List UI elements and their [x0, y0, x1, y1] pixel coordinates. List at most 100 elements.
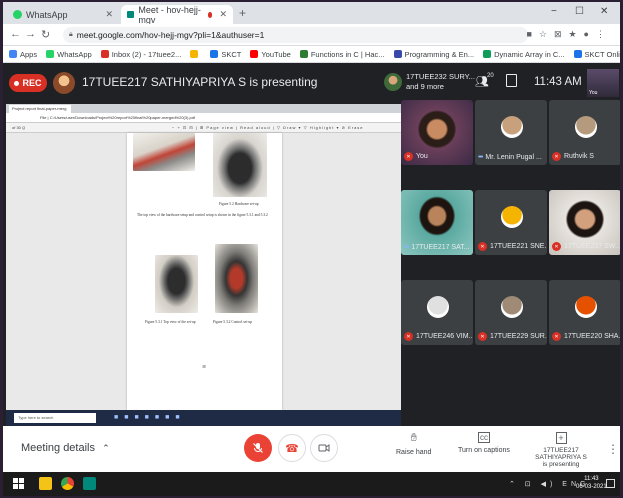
- presenting-line1: 17TUEE217 SATHIYAPRIYA S: [535, 447, 587, 461]
- audio-level-icon: •••: [478, 154, 483, 161]
- participant-avatar: [501, 206, 523, 228]
- bookmark-item[interactable]: Dynamic Array in C...: [483, 50, 565, 59]
- bookmark-item[interactable]: SKCT: [210, 50, 241, 59]
- participant-avatar: [575, 296, 597, 318]
- desktop-screen: WhatsApp ✕ Meet - hov-hejj-mgv ✕ + − ☐ ✕…: [3, 2, 620, 496]
- bookmark-label: WhatsApp: [57, 49, 92, 59]
- taskbar-date: 06-03-2021: [576, 484, 607, 490]
- raise-hand-button[interactable]: ✋︎ Raise hand: [396, 432, 431, 456]
- page-number: 38: [202, 365, 206, 369]
- extension-icons[interactable]: ■☆⊠★●⋮: [526, 29, 612, 40]
- mic-off-button[interactable]: [244, 434, 272, 462]
- participant-avatar: [501, 296, 523, 318]
- participant-label: ✕ 17TUEE237 SW...: [552, 242, 620, 251]
- taskbar-clock[interactable]: 11:43 06-03-2021: [576, 475, 607, 491]
- bookmark-label: Functions in C | Hac...: [310, 49, 385, 59]
- presented-screen: Project report final-paper-merg File | C…: [6, 104, 401, 426]
- camera-button[interactable]: [310, 434, 338, 462]
- mic-off-icon: [253, 443, 263, 453]
- recording-dot-icon: [207, 11, 213, 18]
- bookmark-item[interactable]: YouTube: [250, 49, 291, 59]
- hardware-photo-left: [133, 133, 195, 171]
- self-label: You: [589, 90, 598, 96]
- bookmark-item[interactable]: Apps: [9, 50, 37, 59]
- bookmark-item[interactable]: Programming & En...: [393, 50, 474, 59]
- present-now-button[interactable]: + 17TUEE217 SATHIYAPRIYA S is presenting: [521, 432, 601, 468]
- bookmark-item[interactable]: [190, 50, 201, 58]
- close-icon[interactable]: ✕: [219, 9, 227, 20]
- participant-tile[interactable]: ✕ Ruthvik S: [549, 100, 620, 165]
- captions-button[interactable]: cc Turn on captions: [458, 432, 510, 454]
- tab-meet[interactable]: Meet - hov-hejj-mgv ✕: [121, 4, 233, 25]
- meeting-details-button[interactable]: Meeting details ⌃: [21, 442, 110, 454]
- bookmark-label: SKCT Online Exam: [584, 49, 620, 59]
- tab-title: Meet - hov-hejj-mgv: [138, 4, 201, 25]
- document-paragraph: The top view of the hardware setup and c…: [137, 213, 268, 217]
- windows-start-icon[interactable]: [13, 478, 24, 489]
- close-window-button[interactable]: ✕: [600, 6, 608, 17]
- presenting-title: 17TUEE217 SATHIYAPRIYA S is presenting: [82, 75, 318, 89]
- participant-tile[interactable]: ✕ 17TUEE229 SUR...: [475, 280, 547, 345]
- participant-name: 17TUEE217 SAT...: [411, 244, 470, 251]
- bookmark-label: Inbox (2) - 17tuee2...: [111, 49, 182, 59]
- close-icon[interactable]: ✕: [105, 9, 113, 20]
- bookmark-item[interactable]: Functions in C | Hac...: [299, 49, 385, 59]
- hand-icon: ✋︎: [410, 432, 417, 444]
- participant-label: ••• Mr. Lenin Pugal ...: [478, 154, 542, 161]
- participant-avatar: [501, 116, 523, 138]
- other-participants-summary[interactable]: 17TUEE232 SURY... and 9 more: [406, 72, 475, 92]
- leave-call-button[interactable]: ☎︎: [278, 434, 306, 462]
- back-icon[interactable]: ←: [10, 28, 21, 40]
- others-line1: 17TUEE232 SURY...: [406, 72, 475, 81]
- bookmark-item[interactable]: SKCT Online Exam: [573, 49, 620, 59]
- forward-icon[interactable]: →: [25, 28, 36, 40]
- present-icon: +: [555, 432, 567, 444]
- new-tab-button[interactable]: +: [239, 6, 246, 20]
- tab-whatsapp[interactable]: WhatsApp ✕: [7, 5, 119, 24]
- bookmark-label: SKCT: [221, 49, 242, 59]
- chat-icon[interactable]: [506, 74, 517, 87]
- minimize-button[interactable]: −: [551, 6, 557, 17]
- participant-tile[interactable]: ••• Mr. Lenin Pugal ...: [475, 100, 547, 165]
- file-explorer-icon[interactable]: [39, 477, 52, 490]
- mic-muted-icon: ✕: [552, 332, 561, 341]
- participant-label: ✕ 17TUEE246 VIM...: [404, 332, 473, 341]
- participant-tile[interactable]: ✕ 17TUEE221 SNE...: [475, 190, 547, 255]
- bookmark-label: YouTube: [261, 49, 291, 59]
- more-options-icon[interactable]: ⋮: [607, 442, 619, 456]
- notification-icon[interactable]: [606, 479, 615, 488]
- meeting-clock: 11:43 AM: [534, 76, 582, 88]
- bookmark-icon: [483, 50, 492, 58]
- bookmark-item[interactable]: WhatsApp: [46, 50, 92, 59]
- participant-name: You: [416, 153, 428, 160]
- participant-label: ✕ 17TUEE229 SUR...: [478, 332, 547, 341]
- participant-tile[interactable]: ✕ You: [401, 100, 473, 165]
- participant-avatar: [575, 116, 597, 138]
- reload-icon[interactable]: ↻: [41, 28, 50, 41]
- participant-name: 17TUEE220 SHA...: [564, 333, 620, 340]
- top-view-photo: [155, 255, 198, 313]
- participant-tile[interactable]: ••• 17TUEE217 SAT...: [401, 190, 473, 255]
- self-view-thumbnail[interactable]: You: [587, 69, 619, 97]
- recording-badge: REC: [9, 74, 47, 92]
- meet-app-icon[interactable]: [83, 477, 96, 490]
- raise-hand-label: Raise hand: [396, 449, 432, 456]
- participant-tile[interactable]: ✕ 17TUEE220 SHA...: [549, 280, 620, 345]
- presented-taskbar-apps: ■■■■■■■: [114, 414, 186, 421]
- mic-muted-icon: ✕: [478, 332, 487, 341]
- url-input[interactable]: 🔒︎ meet.google.com/hov-hejj-mgv?pli=1&au…: [63, 27, 528, 43]
- bookmark-icon: [573, 50, 582, 58]
- figure-caption-1: Figure 5.2 Hardware set-up: [219, 202, 259, 206]
- bookmark-item[interactable]: Inbox (2) - 17tuee2...: [100, 49, 182, 59]
- chrome-icon[interactable]: [61, 477, 74, 490]
- url-text: meet.google.com/hov-hejj-mgv?pli=1&authu…: [76, 30, 265, 40]
- participant-tile[interactable]: ✕ 17TUEE246 VIM...: [401, 280, 473, 345]
- participant-tile[interactable]: ✕ 17TUEE237 SW...: [549, 190, 620, 255]
- participant-label: ✕ 17TUEE221 SNE...: [478, 242, 547, 251]
- participant-label: ••• 17TUEE217 SAT...: [404, 244, 470, 251]
- captions-icon: cc: [477, 432, 490, 443]
- participant-name: 17TUEE246 VIM...: [416, 333, 473, 340]
- bookmark-icon: [250, 50, 259, 58]
- maximize-button[interactable]: ☐: [575, 6, 584, 17]
- presenting-line2: is presenting: [542, 461, 580, 468]
